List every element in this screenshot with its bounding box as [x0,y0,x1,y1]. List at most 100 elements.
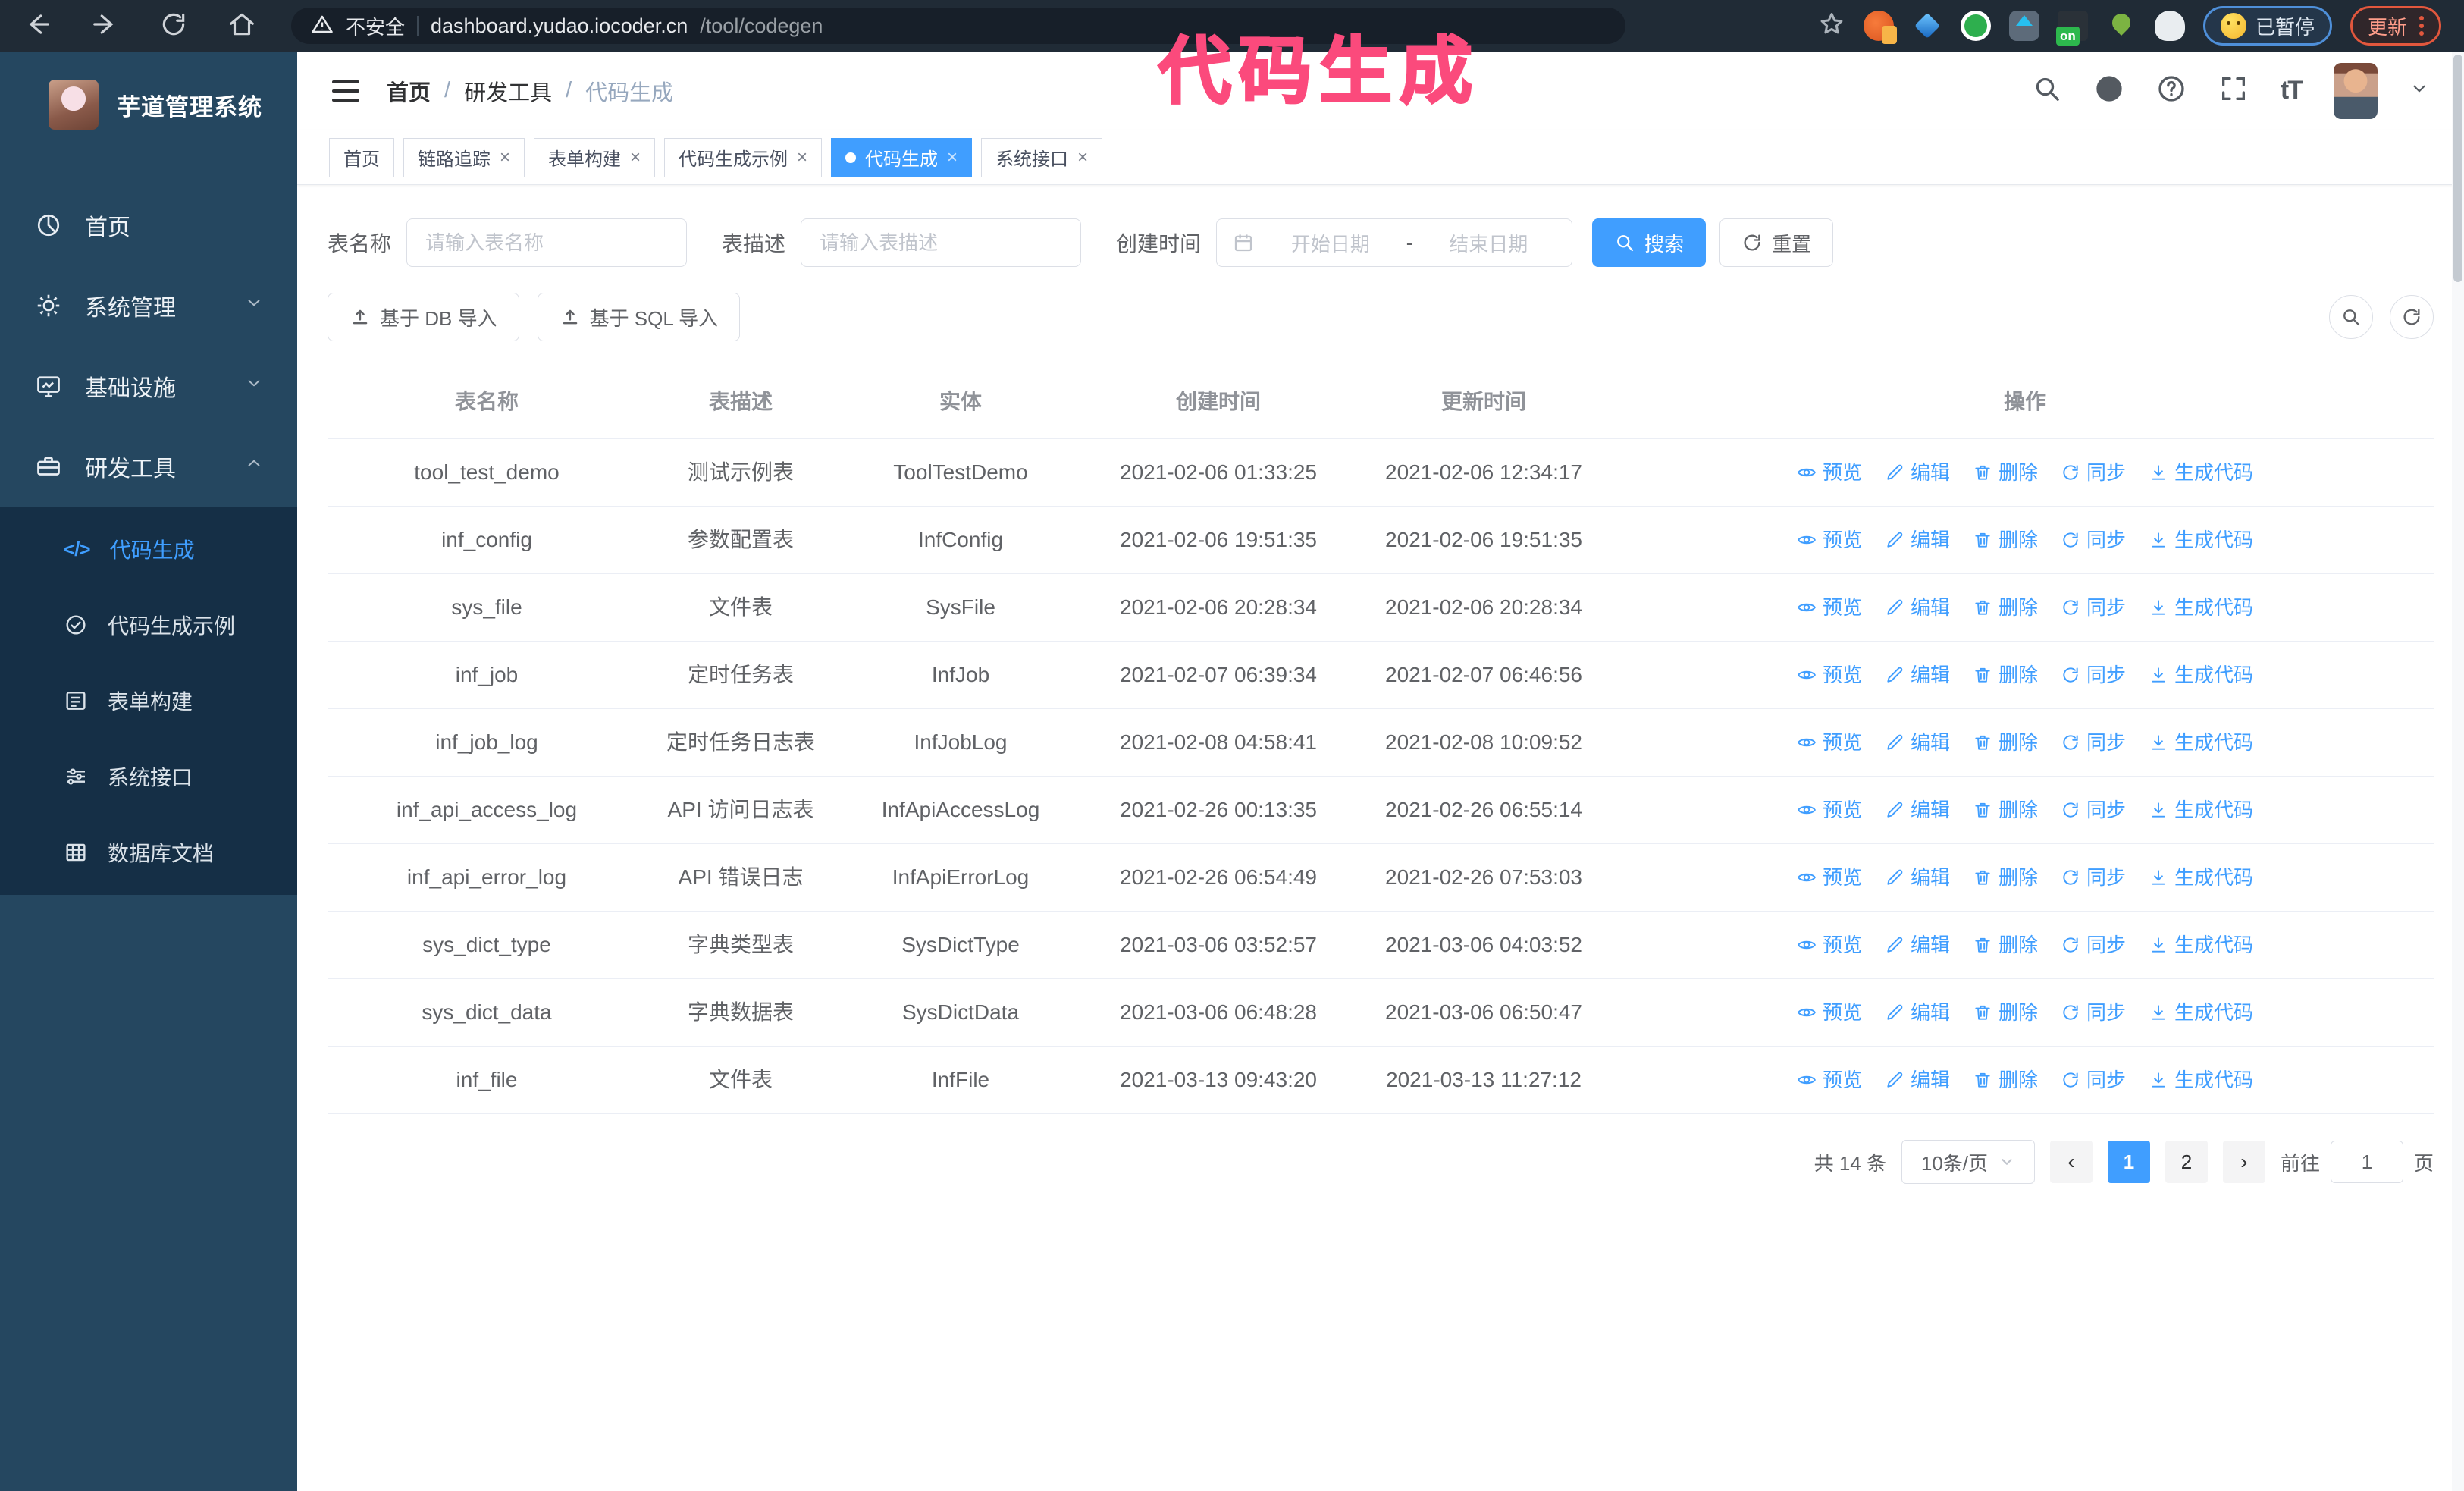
tag-form-builder[interactable]: 表单构建 × [534,137,656,177]
preview-link[interactable]: 预览 [1797,592,1862,623]
preview-link[interactable]: 预览 [1797,930,1862,960]
delete-link[interactable]: 删除 [1973,457,2038,488]
sync-link[interactable]: 同步 [2061,592,2126,623]
delete-link[interactable]: 删除 [1973,525,2038,555]
edit-link[interactable]: 编辑 [1885,930,1950,960]
sync-link[interactable]: 同步 [2061,930,2126,960]
bookmark-star-icon[interactable] [1818,11,1845,42]
extension-icon[interactable] [1912,11,1942,41]
generate-code-link[interactable]: 生成代码 [2149,592,2253,623]
sidebar-item-infra[interactable]: 基础设施 [0,346,297,426]
sync-link[interactable]: 同步 [2061,525,2126,555]
edit-link[interactable]: 编辑 [1885,727,1950,758]
search-icon[interactable] [2032,74,2062,108]
submenu-item-codegen[interactable]: </> 代码生成 [0,511,297,587]
forward-icon[interactable] [91,10,120,42]
reset-button[interactable]: 重置 [1719,218,1834,267]
generate-code-link[interactable]: 生成代码 [2149,457,2253,488]
paused-badge[interactable]: 已暂停 [2202,6,2332,46]
tag-trace[interactable]: 链路追踪 × [403,137,525,177]
sync-link[interactable]: 同步 [2061,727,2126,758]
delete-link[interactable]: 删除 [1973,997,2038,1028]
prev-page-button[interactable]: ‹ [2049,1141,2093,1183]
table-name-input[interactable] [406,218,688,267]
sync-link[interactable]: 同步 [2061,862,2126,893]
submenu-item-form-builder[interactable]: 表单构建 [0,663,297,739]
preview-link[interactable]: 预览 [1797,1065,1862,1095]
import-db-button[interactable]: 基于 DB 导入 [328,293,519,341]
preview-link[interactable]: 预览 [1797,862,1862,893]
close-icon[interactable]: × [947,147,958,168]
edit-link[interactable]: 编辑 [1885,1065,1950,1095]
scrollbar-thumb[interactable] [2453,55,2462,282]
tag-home[interactable]: 首页 [329,137,394,177]
submenu-item-system-api[interactable]: 系统接口 [0,739,297,815]
user-avatar[interactable] [2334,62,2378,119]
sidebar-item-devtools[interactable]: 研发工具 [0,426,297,507]
preview-link[interactable]: 预览 [1797,525,1862,555]
preview-link[interactable]: 预览 [1797,997,1862,1028]
update-button[interactable]: 更新 [2350,6,2441,46]
next-page-button[interactable]: › [2222,1141,2265,1183]
refresh-table-button[interactable] [2390,295,2434,339]
caret-down-icon[interactable] [2409,79,2429,102]
edit-link[interactable]: 编辑 [1885,457,1950,488]
date-range-picker[interactable]: 开始日期 - 结束日期 [1216,218,1573,267]
generate-code-link[interactable]: 生成代码 [2149,997,2253,1028]
home-icon[interactable] [227,10,256,42]
page-button-1[interactable]: 1 [2107,1141,2150,1183]
table-desc-input[interactable] [801,218,1082,267]
generate-code-link[interactable]: 生成代码 [2149,795,2253,825]
font-size-icon[interactable]: tT [2281,76,2303,105]
back-icon[interactable] [23,10,52,42]
extension-icon[interactable] [2106,11,2136,41]
kebab-menu-icon[interactable] [2419,16,2424,36]
extension-icon[interactable]: on [2055,11,2088,46]
close-icon[interactable]: × [500,147,510,168]
delete-link[interactable]: 删除 [1973,930,2038,960]
delete-link[interactable]: 删除 [1973,727,2038,758]
delete-link[interactable]: 删除 [1973,660,2038,690]
preview-link[interactable]: 预览 [1797,727,1862,758]
sync-link[interactable]: 同步 [2061,660,2126,690]
github-icon[interactable] [2094,74,2124,108]
page-size-select[interactable]: 10条/页 [1901,1140,2035,1184]
close-icon[interactable]: × [630,147,641,168]
preview-link[interactable]: 预览 [1797,660,1862,690]
edit-link[interactable]: 编辑 [1885,795,1950,825]
close-icon[interactable]: × [797,147,807,168]
extension-icon[interactable] [2154,11,2185,41]
edit-link[interactable]: 编辑 [1885,525,1950,555]
toggle-search-button[interactable] [2329,295,2373,339]
date-end-placeholder[interactable]: 结束日期 [1420,229,1556,257]
date-start-placeholder[interactable]: 开始日期 [1262,229,1399,257]
generate-code-link[interactable]: 生成代码 [2149,1065,2253,1095]
fullscreen-icon[interactable] [2218,74,2249,108]
generate-code-link[interactable]: 生成代码 [2149,660,2253,690]
sidebar-item-system[interactable]: 系统管理 [0,265,297,346]
sync-link[interactable]: 同步 [2061,457,2126,488]
extension-icon[interactable] [1863,11,1897,44]
sync-link[interactable]: 同步 [2061,997,2126,1028]
generate-code-link[interactable]: 生成代码 [2149,930,2253,960]
edit-link[interactable]: 编辑 [1885,592,1950,623]
search-button[interactable]: 搜索 [1592,218,1707,267]
help-icon[interactable] [2156,74,2187,108]
extension-icon[interactable] [2008,11,2039,41]
delete-link[interactable]: 删除 [1973,592,2038,623]
reload-icon[interactable] [159,10,188,42]
sidebar-toggle-icon[interactable] [332,80,359,102]
page-button-2[interactable]: 2 [2165,1141,2208,1183]
tag-codegen-example[interactable]: 代码生成示例 × [664,137,823,177]
goto-page-input[interactable] [2330,1141,2403,1183]
generate-code-link[interactable]: 生成代码 [2149,727,2253,758]
import-sql-button[interactable]: 基于 SQL 导入 [537,293,741,341]
breadcrumb-home[interactable]: 首页 [387,75,431,107]
delete-link[interactable]: 删除 [1973,1065,2038,1095]
generate-code-link[interactable]: 生成代码 [2149,525,2253,555]
submenu-item-db-doc[interactable]: 数据库文档 [0,815,297,890]
security-warning[interactable]: 不安全 [346,12,405,40]
preview-link[interactable]: 预览 [1797,457,1862,488]
edit-link[interactable]: 编辑 [1885,862,1950,893]
breadcrumb-devtools[interactable]: 研发工具 [464,75,552,107]
